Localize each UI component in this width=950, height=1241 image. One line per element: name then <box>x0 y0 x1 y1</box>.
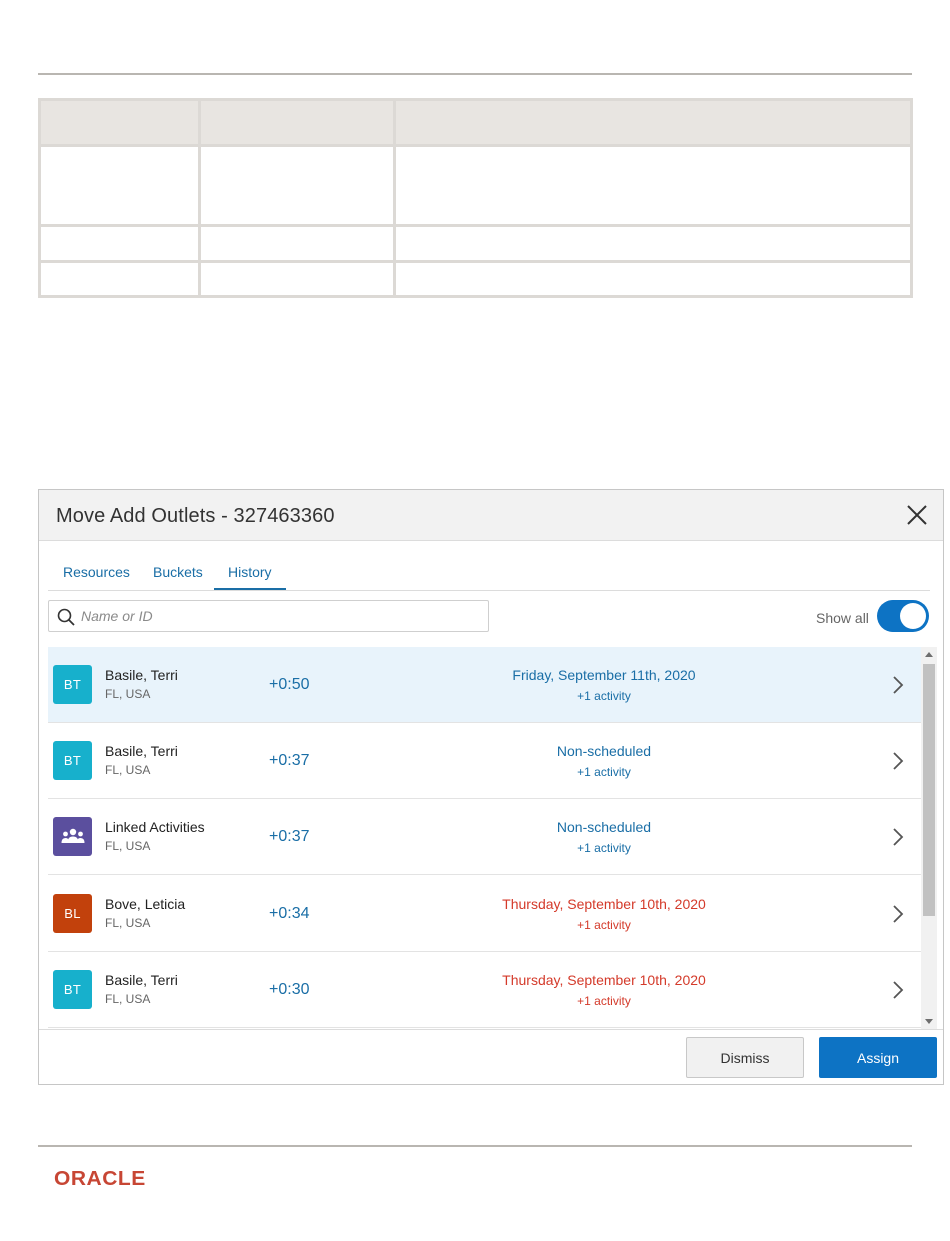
resource-name: Basile, Terri <box>105 743 178 759</box>
scrollbar-thumb[interactable] <box>923 664 935 916</box>
list-item[interactable]: BT Basile, Terri FL, USA +0:37 Non-sched… <box>48 723 921 799</box>
dialog-title: Move Add Outlets - 327463360 <box>56 505 335 527</box>
resource-name: Basile, Terri <box>105 667 178 683</box>
avatar: BL <box>53 894 92 933</box>
avatar: BT <box>53 970 92 1009</box>
travel-time: +0:30 <box>269 981 310 998</box>
table-cell <box>393 224 913 263</box>
activity-count: +1 activity <box>577 918 631 932</box>
search-box <box>48 600 489 632</box>
activity-count: +1 activity <box>577 765 631 779</box>
schedule-date: Non-scheduled <box>556 819 652 835</box>
chevron-right-icon[interactable] <box>891 674 905 696</box>
move-activity-dialog: Move Add Outlets - 327463360 Resources B… <box>38 489 944 1085</box>
table-header-cell <box>198 98 396 147</box>
resource-location: FL, USA <box>105 992 151 1006</box>
top-divider <box>38 73 912 75</box>
travel-time: +0:50 <box>269 676 310 693</box>
bottom-divider <box>38 1145 912 1147</box>
show-all-toggle[interactable] <box>877 600 929 632</box>
dialog-header: Move Add Outlets - 327463360 <box>39 490 943 541</box>
resource-name: Basile, Terri <box>105 972 178 988</box>
table-cell <box>38 260 201 298</box>
tab-bar: Resources Buckets History <box>48 552 930 591</box>
close-icon[interactable] <box>904 502 930 528</box>
show-all-label: Show all <box>816 610 869 626</box>
list-item[interactable]: BL Bove, Leticia FL, USA +0:34 Thursday,… <box>48 876 921 952</box>
list-item[interactable]: BT Basile, Terri FL, USA +0:50 Friday, S… <box>48 647 921 723</box>
chevron-right-icon[interactable] <box>891 750 905 772</box>
resource-name: Linked Activities <box>105 819 205 835</box>
dismiss-button[interactable]: Dismiss <box>686 1037 804 1078</box>
assign-button[interactable]: Assign <box>819 1037 937 1078</box>
tab-resources[interactable]: Resources <box>63 564 130 580</box>
list-item[interactable]: Linked Activities FL, USA +0:37 Non-sche… <box>48 799 921 875</box>
active-tab-indicator <box>214 588 286 590</box>
table-header-row <box>38 98 913 147</box>
search-input[interactable] <box>81 605 471 627</box>
table-cell <box>198 224 396 263</box>
list-scrollbar[interactable] <box>921 647 937 1029</box>
table-row <box>38 260 913 298</box>
schedule-date: Friday, September 11th, 2020 <box>512 667 696 683</box>
table-header-cell <box>393 98 913 147</box>
table-cell <box>38 224 201 263</box>
list-item[interactable]: BT Basile, Terri FL, USA +0:30 Thursday,… <box>48 952 921 1028</box>
resource-location: FL, USA <box>105 916 151 930</box>
resource-list: BT Basile, Terri FL, USA +0:50 Friday, S… <box>48 647 921 1029</box>
tab-history[interactable]: History <box>228 564 272 580</box>
toggle-knob <box>900 603 926 629</box>
tab-buckets[interactable]: Buckets <box>153 564 203 580</box>
search-icon <box>57 608 75 626</box>
resource-location: FL, USA <box>105 687 151 701</box>
group-icon <box>61 828 84 843</box>
oracle-logo: ORACLE <box>54 1168 146 1190</box>
chevron-right-icon[interactable] <box>891 903 905 925</box>
activity-count: +1 activity <box>577 841 631 855</box>
chevron-right-icon[interactable] <box>891 979 905 1001</box>
scroll-down-arrow-icon[interactable] <box>925 1019 933 1024</box>
table-header-cell <box>38 98 201 147</box>
table-cell <box>393 260 913 298</box>
travel-time: +0:37 <box>269 828 310 845</box>
activity-count: +1 activity <box>577 689 631 703</box>
activity-count: +1 activity <box>577 994 631 1008</box>
table-row <box>38 144 913 227</box>
table-cell <box>38 144 201 227</box>
schedule-date: Thursday, September 10th, 2020 <box>502 896 706 912</box>
table-cell <box>198 144 396 227</box>
table-row <box>38 224 913 263</box>
document-table <box>38 98 913 298</box>
resource-location: FL, USA <box>105 839 151 853</box>
schedule-date: Non-scheduled <box>556 743 652 759</box>
table-cell <box>198 260 396 298</box>
schedule-date: Thursday, September 10th, 2020 <box>502 972 706 988</box>
avatar: BT <box>53 665 92 704</box>
travel-time: +0:34 <box>269 905 310 922</box>
resource-name: Bove, Leticia <box>105 896 186 912</box>
dialog-footer: Dismiss Assign <box>39 1029 943 1084</box>
chevron-right-icon[interactable] <box>891 826 905 848</box>
avatar: BT <box>53 741 92 780</box>
avatar <box>53 817 92 856</box>
resource-location: FL, USA <box>105 763 151 777</box>
scroll-up-arrow-icon[interactable] <box>925 652 933 657</box>
travel-time: +0:37 <box>269 752 310 769</box>
table-cell <box>393 144 913 227</box>
